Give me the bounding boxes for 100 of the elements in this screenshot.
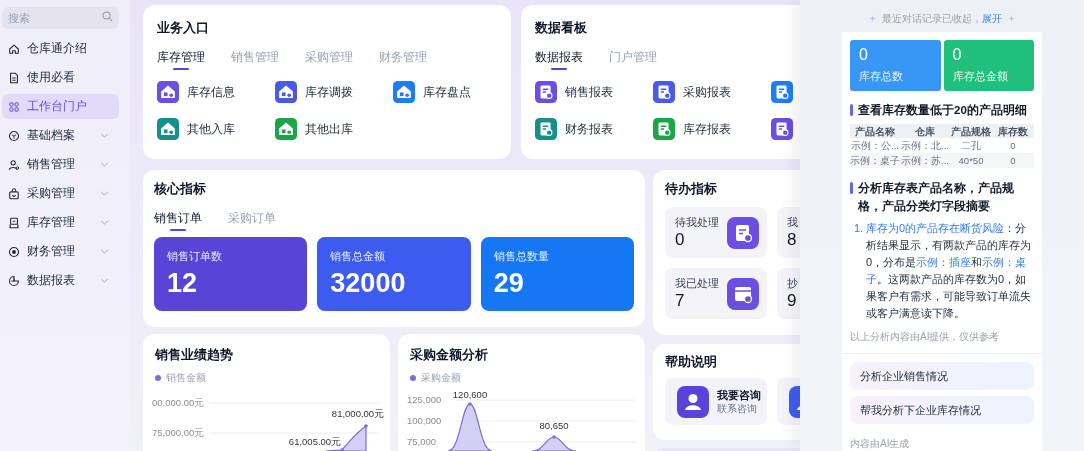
expand-link[interactable]: 展开 [982, 12, 1002, 25]
sidebar-item[interactable]: 销售管理 [2, 152, 119, 177]
todo-tile[interactable]: 抄 9 [777, 268, 800, 319]
todo-count: 8 [787, 228, 798, 251]
todo-count: 7 [675, 289, 686, 312]
stat-label: 销售订单数 [167, 249, 223, 263]
data-point [364, 424, 368, 428]
data-point [468, 402, 472, 406]
chevron-down-icon[interactable] [100, 133, 109, 138]
coin-icon [8, 245, 20, 258]
list-number: 1. [854, 221, 865, 236]
column-header: 仓库 [914, 125, 936, 137]
axis-label: 75,000 [407, 436, 437, 447]
tab[interactable]: 销售订单 [154, 210, 202, 231]
stat-label: 库存总金额 [952, 69, 1009, 84]
chevron-down-icon[interactable] [100, 278, 109, 283]
data-label: 81,000.00元 [331, 408, 385, 419]
card-title: 帮助说明 [665, 353, 718, 371]
todo-count: 9 [787, 289, 798, 312]
todo-label: 我已处理 [675, 275, 719, 290]
axis-label: 00,000.00元 [152, 397, 205, 408]
shortcut-link[interactable]: 库存调拨 [275, 79, 393, 105]
table-cell-text: 40*50 [957, 155, 985, 166]
shortcut-link[interactable]: 销售报表 [535, 79, 653, 105]
axis-label: 100,000 [407, 415, 442, 426]
stat-value: 29 [493, 267, 525, 300]
shortcut-link[interactable]: 其他出库 [275, 116, 393, 142]
help-title: 我要咨询 [717, 387, 761, 402]
table-cell: 示例：苏... [900, 155, 950, 166]
document-icon [8, 71, 20, 84]
stat-value: 32000 [330, 267, 407, 300]
chevron-down-icon[interactable] [100, 249, 109, 254]
shortcut-link[interactable]: 库存信息 [157, 79, 275, 105]
card-title: 业务入口 [157, 19, 210, 37]
table-cell: 示例：公... [850, 140, 900, 151]
card-title: 待办指标 [665, 180, 718, 198]
shortcut-link[interactable]: 库存盘点 [393, 79, 511, 105]
sidebar-item[interactable]: 工作台门户 [2, 94, 119, 119]
tab[interactable]: 数据报表 [535, 49, 583, 70]
help-subtitle: 联系咨询 [717, 401, 758, 416]
legend-label: 销售金额 [166, 371, 206, 384]
sidebar-item[interactable]: 仓库通介绍 [2, 36, 119, 61]
chevron-down-icon[interactable] [100, 220, 109, 225]
tab[interactable]: 库存管理 [157, 49, 205, 70]
todo-tile[interactable]: 待我处理 0 [665, 207, 767, 258]
table-cell-text: 0 [1009, 155, 1017, 166]
stat-value: 12 [167, 267, 199, 300]
stat-label: 销售总数量 [493, 249, 550, 263]
sparkle-icon [869, 15, 876, 22]
footer-note: 内容由AI生成 [850, 437, 911, 450]
chevron-down-icon[interactable] [100, 162, 109, 167]
user-icon [8, 158, 20, 171]
shortcut-link[interactable]: 库存报表 [653, 116, 771, 142]
table-cell-text: 二孔 [960, 140, 982, 151]
search-field[interactable]: 搜索 [2, 7, 119, 29]
todo-tile[interactable]: 我已处理 7 [665, 268, 767, 319]
sidebar-item[interactable]: 采购管理 [2, 181, 119, 206]
legend-label: 采购金额 [421, 371, 461, 384]
card-title: 采购金额分析 [409, 346, 489, 364]
shortcut-link[interactable]: 采购报表 [653, 79, 771, 105]
suggestion-chip[interactable]: 帮我分析下企业库存情况 [850, 396, 1034, 424]
table-cell: 示例：桌子 [850, 155, 900, 166]
help-tile[interactable]: 我要咨询 联系咨询 [665, 378, 767, 425]
todo-tile[interactable]: 我 8 [777, 207, 800, 258]
data-label: 80,650 [539, 420, 569, 431]
chevron-down-icon[interactable] [100, 191, 109, 196]
data-point [552, 435, 556, 439]
disclaimer-text: 以上分析内容由AI提供，仅供参考 [850, 331, 1001, 343]
finding-text: 库存为0的产品存在断货风险：分析结果显示，有两款产品的库存为0，分布是示例：插座和示例：桌子。这两款产品的库存数为0，如果客户有需求，可能导致订单流失或客户满意读下降。 [866, 221, 1032, 321]
sidebar-item[interactable]: 财务管理 [2, 239, 119, 264]
sidebar-item[interactable]: 数据报表 [2, 268, 119, 293]
report-icon[interactable] [771, 118, 793, 140]
card-title: 核心指标 [154, 180, 207, 198]
data-label: 61,005.00元 [288, 436, 342, 447]
sidebar-item[interactable]: 库存管理 [2, 210, 119, 235]
todo-label: 待我处理 [675, 214, 719, 229]
sparkle-icon [1008, 15, 1015, 22]
heading-bar [850, 182, 853, 194]
shortcut-link[interactable]: 财务报表 [535, 116, 653, 142]
stat-value: 0 [859, 45, 869, 65]
shortcut-link[interactable]: 其他入库 [157, 116, 275, 142]
home-icon [8, 42, 20, 55]
card-title: 销售业绩趋势 [153, 346, 234, 364]
sidebar-item[interactable]: 基础档案 [2, 123, 119, 148]
column-header: 产品名称 [854, 125, 896, 137]
stat-label: 库存总数 [859, 69, 904, 84]
section-heading: 分析库存表产品名称，产品规格，产品分类灯字段摘要 [858, 180, 1015, 214]
pie-chart-icon [8, 274, 20, 287]
todo-label: 抄 [787, 275, 798, 290]
todo-count: 0 [675, 228, 686, 251]
collapsed-note: 最近对话记录已收起， [882, 12, 982, 25]
todo-label: 我 [787, 214, 798, 229]
stat-value: 0 [952, 45, 963, 65]
search-icon[interactable] [102, 10, 113, 22]
axis-label: 75,000.00元 [152, 427, 205, 438]
printer-icon [8, 216, 20, 229]
suggestion-chip[interactable]: 分析企业销售情况 [850, 362, 1034, 390]
sidebar-item[interactable]: 使用必看 [2, 65, 119, 90]
report-icon[interactable] [771, 81, 793, 103]
column-header: 产品规格 [950, 125, 992, 137]
